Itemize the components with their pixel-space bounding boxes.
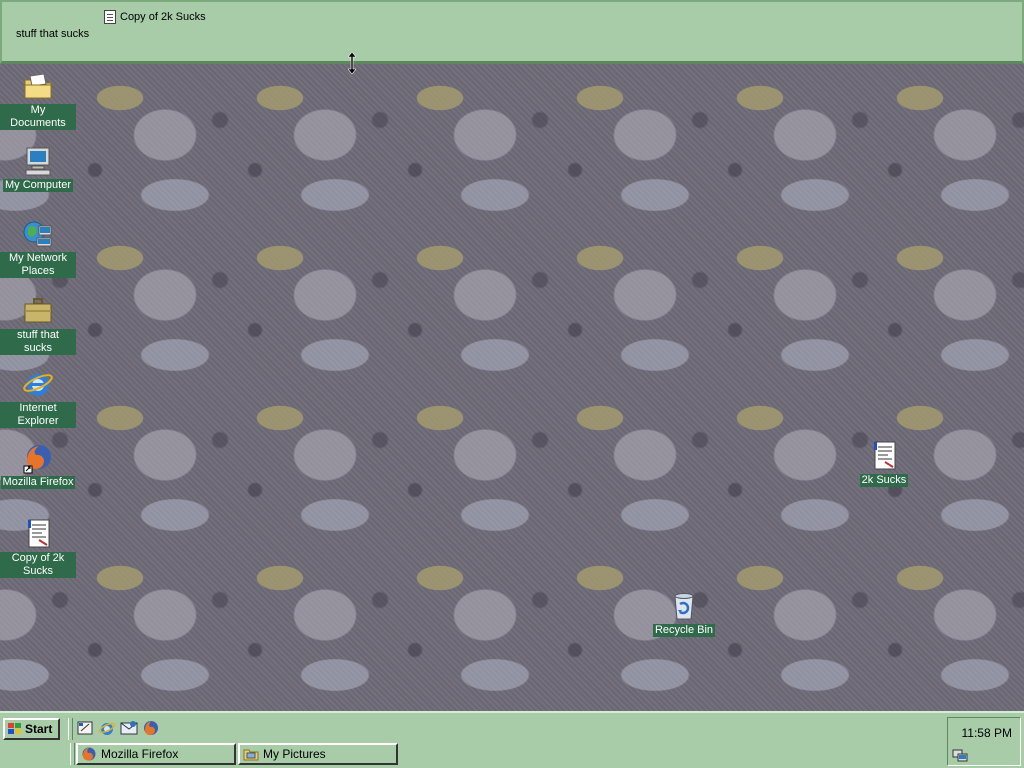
resize-cursor-icon (348, 52, 356, 74)
computer-icon (22, 145, 54, 177)
desktop-icon-copy-of-2k-sucks[interactable]: Copy of 2k Sucks (0, 518, 76, 578)
network-places-icon (22, 218, 54, 250)
folder-documents-icon (22, 70, 54, 102)
internet-explorer-icon[interactable] (98, 719, 116, 737)
taskbar: Start Mozilla Firefox My Pictures 11:58 … (0, 711, 1024, 768)
desktop-icon-2k-sucks[interactable]: 2k Sucks (846, 440, 922, 487)
desktop-icon-label: Copy of 2k Sucks (0, 552, 76, 578)
briefcase-icon (22, 295, 54, 327)
clock[interactable]: 11:58 PM (962, 726, 1012, 740)
start-button[interactable]: Start (3, 718, 60, 740)
firefox-icon[interactable] (142, 719, 160, 737)
windows-logo-icon (8, 723, 22, 735)
toolbar-item-copy-of-2k-sucks[interactable]: Copy of 2k Sucks (104, 10, 206, 24)
desktop-icon-mozilla-firefox[interactable]: Mozilla Firefox (0, 442, 76, 489)
toolbar-item-label: Copy of 2k Sucks (120, 11, 206, 23)
desktop-icon-my-computer[interactable]: My Computer (0, 145, 76, 192)
task-button-mozilla-firefox[interactable]: Mozilla Firefox (76, 743, 236, 765)
desktop-icon-label: stuff that sucks (0, 329, 76, 355)
desktop-icon-label: My Network Places (0, 252, 76, 278)
system-tray: 11:58 PM (947, 717, 1021, 766)
desktop-icon-stuff-that-sucks[interactable]: stuff that sucks (0, 295, 76, 355)
toolbar-title: stuff that sucks (16, 28, 90, 40)
start-label: Start (25, 722, 53, 736)
desktop-icon-label: Mozilla Firefox (0, 476, 76, 489)
outlook-express-icon[interactable] (120, 719, 138, 737)
document-icon (868, 440, 900, 472)
toolbar-grip[interactable] (68, 718, 73, 740)
toolbar-grip[interactable] (70, 743, 75, 765)
desktop-icon-label: 2k Sucks (859, 474, 909, 487)
task-button-label: Mozilla Firefox (101, 747, 179, 761)
network-tray-icon[interactable] (952, 748, 968, 762)
document-icon (22, 518, 54, 550)
folder-icon (243, 749, 259, 761)
desktop-icon-label: Recycle Bin (652, 624, 716, 637)
desktop-icon-label: My Computer (2, 179, 74, 192)
desktop-icon-my-network-places[interactable]: My Network Places (0, 218, 76, 278)
recycle-bin-icon (668, 590, 700, 622)
desktop-icon-my-documents[interactable]: My Documents (0, 70, 76, 130)
show-desktop-icon[interactable] (76, 719, 94, 737)
desktop-toolbar[interactable]: stuff that sucks Copy of 2k Sucks (0, 0, 1024, 64)
desktop (0, 0, 1024, 711)
desktop-icon-recycle-bin[interactable]: Recycle Bin (646, 590, 722, 637)
task-button-label: My Pictures (263, 747, 326, 761)
task-button-my-pictures[interactable]: My Pictures (238, 743, 398, 765)
document-icon (104, 10, 116, 24)
firefox-icon (22, 442, 54, 474)
desktop-icon-label: Internet Explorer (0, 402, 76, 428)
internet-explorer-icon (22, 368, 54, 400)
desktop-icon-internet-explorer[interactable]: Internet Explorer (0, 368, 76, 428)
firefox-icon (82, 747, 96, 761)
quick-launch (76, 719, 160, 737)
desktop-icon-label: My Documents (0, 104, 76, 130)
